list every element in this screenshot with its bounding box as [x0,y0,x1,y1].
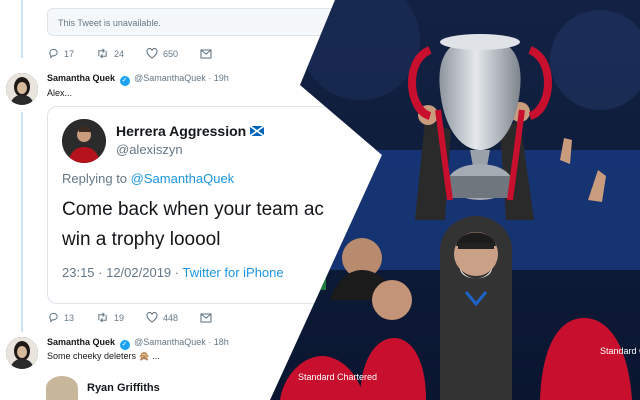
celebration-photo: Standard Chartered Standard Chartered [270,0,640,400]
shirt-sponsor-text: Standard Chartered [600,346,640,356]
shirt-sponsor-text: Standard Chartered [298,372,377,382]
